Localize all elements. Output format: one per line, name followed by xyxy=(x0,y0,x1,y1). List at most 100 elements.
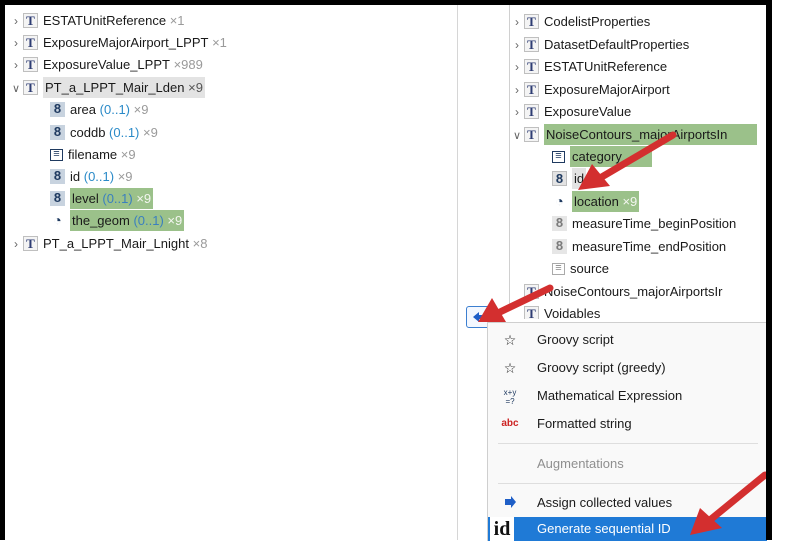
menu-item-assign-collected-values[interactable]: Assign collected values xyxy=(488,489,767,517)
tree-item-label: location ×9 xyxy=(572,191,640,212)
number-type-icon: 8 xyxy=(552,239,567,255)
tree-item-lden[interactable]: ∨ T PT_a_LPPT_Mair_Lden ×9 xyxy=(9,77,205,98)
tree-item-exposuremajorairport[interactable]: › T ExposureMajorAirport_LPPT ×1 xyxy=(9,32,227,53)
tree-item-label: ExposureMajorAirport_LPPT xyxy=(43,35,209,50)
tree-item-label: area xyxy=(70,102,97,117)
star-outline-icon: ☆ xyxy=(503,332,517,348)
tree-item-label: level (0..1) ×9 xyxy=(70,188,154,209)
tree-item-coddb[interactable]: 8 coddb (0..1) ×9 xyxy=(50,122,158,143)
chevron-right-icon[interactable]: › xyxy=(510,80,524,101)
menu-item-label: Mathematical Expression xyxy=(537,388,683,403)
menu-separator xyxy=(498,483,758,484)
chevron-right-icon[interactable]: › xyxy=(510,102,524,123)
count-badge: ×9 xyxy=(133,102,149,117)
chevron-right-icon[interactable]: › xyxy=(510,57,524,78)
count-badge: ×989 xyxy=(173,57,203,72)
tree-item-datasetdefaultproperties[interactable]: › T DatasetDefaultProperties xyxy=(510,34,689,55)
number-type-icon: 8 xyxy=(50,169,65,185)
menu-item-label: Formatted string xyxy=(537,416,632,431)
chevron-right-icon[interactable]: › xyxy=(510,12,524,33)
tree-item-label: category xyxy=(570,146,652,167)
tree-item-area[interactable]: 8 area (0..1) ×9 xyxy=(50,99,148,120)
menu-item-math-expression[interactable]: x+y =? Mathematical Expression xyxy=(488,382,767,410)
menu-item-generate-sequential-id[interactable]: id Generate sequential ID xyxy=(488,517,767,541)
menu-item-groovy-greedy[interactable]: ☆ Groovy script (greedy) xyxy=(488,354,767,382)
star-outline-icon: ☆ xyxy=(503,360,517,376)
type-icon: T xyxy=(524,127,539,143)
tree-item-location[interactable]: ◔ location ×9 xyxy=(552,191,640,212)
count-badge: ×9 xyxy=(143,125,158,140)
tree-item-exposurevalue-target[interactable]: › T ExposureValue xyxy=(510,101,631,122)
tree-item-label: PT_a_LPPT_Mair_Lnight xyxy=(43,236,189,251)
tree-item-voidables[interactable]: T Voidables xyxy=(524,303,600,319)
count-badge: ×8 xyxy=(192,236,208,251)
type-icon: T xyxy=(524,14,539,30)
number-type-icon: 8 xyxy=(552,171,567,187)
chevron-right-icon[interactable]: › xyxy=(9,33,23,54)
tree-item-measuretime-end[interactable]: 8 measureTime_endPosition xyxy=(552,236,726,257)
geometry-icon: ◔ xyxy=(555,193,564,210)
tree-item-noisecontours-2[interactable]: T NoiseContours_majorAirportsIr xyxy=(524,281,722,302)
tree-item-source[interactable]: ≡ source xyxy=(552,258,609,279)
tree-item-the-geom[interactable]: ◔ the_geom (0..1) ×9 xyxy=(50,210,185,231)
tree-item-measuretime-begin[interactable]: 8 measureTime_beginPosition xyxy=(552,213,736,234)
item-name: PT_a_LPPT_Mair_Lden xyxy=(45,80,185,95)
chevron-right-icon[interactable]: › xyxy=(9,55,23,76)
cardinality: (0..1) xyxy=(102,191,133,206)
count-badge: ×9 xyxy=(117,169,133,184)
type-icon: T xyxy=(23,35,38,51)
screenshot-border xyxy=(0,0,5,540)
abc-icon: abc xyxy=(501,418,519,429)
geometry-icon: ◔ xyxy=(53,212,62,229)
count-badge: ×1 xyxy=(212,35,227,50)
tree-item-lnight[interactable]: › T PT_a_LPPT_Mair_Lnight ×8 xyxy=(9,233,207,254)
tree-item-label: the_geom (0..1) ×9 xyxy=(70,210,185,231)
tree-item-exposurevalue[interactable]: › T ExposureValue_LPPT ×989 xyxy=(9,54,203,75)
menu-item-label: Groovy script xyxy=(537,332,614,347)
type-icon: T xyxy=(23,80,38,96)
count-badge: ×9 xyxy=(167,213,183,228)
type-icon: T xyxy=(524,306,539,319)
tree-item-estatunitreference-target[interactable]: › T ESTATUnitReference xyxy=(510,56,667,77)
menu-item-label: Generate sequential ID xyxy=(537,521,671,536)
menu-item-label: Groovy script (greedy) xyxy=(537,360,666,375)
chevron-down-icon[interactable]: ∨ xyxy=(510,126,524,147)
tree-item-label: CodelistProperties xyxy=(544,14,651,29)
count-badge: ×1 xyxy=(169,13,185,28)
chevron-right-icon[interactable]: › xyxy=(510,35,524,56)
tree-item-codelistproperties[interactable]: › T CodelistProperties xyxy=(510,11,650,32)
tree-item-id-target[interactable]: 8 id xyxy=(552,168,587,189)
tree-item-label: id xyxy=(572,168,587,189)
item-name: level xyxy=(72,191,99,206)
tree-guide-line xyxy=(509,5,510,305)
number-type-icon: 8 xyxy=(50,125,65,141)
context-menu: ☆ Groovy script ☆ Groovy script (greedy)… xyxy=(487,322,767,541)
chevron-down-icon[interactable]: ∨ xyxy=(9,79,23,100)
menu-item-groovy-script[interactable]: ☆ Groovy script xyxy=(488,326,767,354)
tree-item-label: ESTATUnitReference xyxy=(544,59,668,74)
tree-item-label: measureTime_endPosition xyxy=(572,239,727,254)
number-type-icon: 8 xyxy=(552,216,567,232)
blue-arrow-icon xyxy=(500,489,520,517)
tree-item-id[interactable]: 8 id (0..1) ×9 xyxy=(50,166,133,187)
tree-item-label: filename xyxy=(68,147,118,162)
tree-item-level[interactable]: 8 level (0..1) ×9 xyxy=(50,188,154,209)
tree-item-label: source xyxy=(570,261,610,276)
tree-item-estatunitreference[interactable]: › T ESTATUnitReference ×1 xyxy=(9,10,185,31)
menu-item-formatted-string[interactable]: abc Formatted string xyxy=(488,410,767,438)
menu-header-augmentations: Augmentations xyxy=(488,450,767,478)
screenshot-border xyxy=(766,0,772,540)
tree-item-label: PT_a_LPPT_Mair_Lden ×9 xyxy=(43,77,205,98)
tree-item-label: NoiseContours_majorAirportsIr xyxy=(544,284,723,299)
tree-item-category[interactable]: ≡ category xyxy=(552,146,652,167)
cardinality: (0..1) xyxy=(133,213,164,228)
app-window: › T ESTATUnitReference ×1 › T ExposureMajorA… xyxy=(0,0,810,541)
tree-item-noisecontours[interactable]: ∨ T NoiseContours_majorAirportsIn xyxy=(510,124,758,147)
screenshot-border xyxy=(0,0,770,5)
chevron-right-icon[interactable]: › xyxy=(9,234,23,255)
type-icon: T xyxy=(23,57,38,73)
tree-item-exposuremajorairport-target[interactable]: › T ExposureMajorAirport xyxy=(510,79,670,100)
chevron-right-icon[interactable]: › xyxy=(9,11,23,32)
tree-item-filename[interactable]: ≡ filename ×9 xyxy=(50,144,136,165)
item-name: location xyxy=(574,194,619,209)
